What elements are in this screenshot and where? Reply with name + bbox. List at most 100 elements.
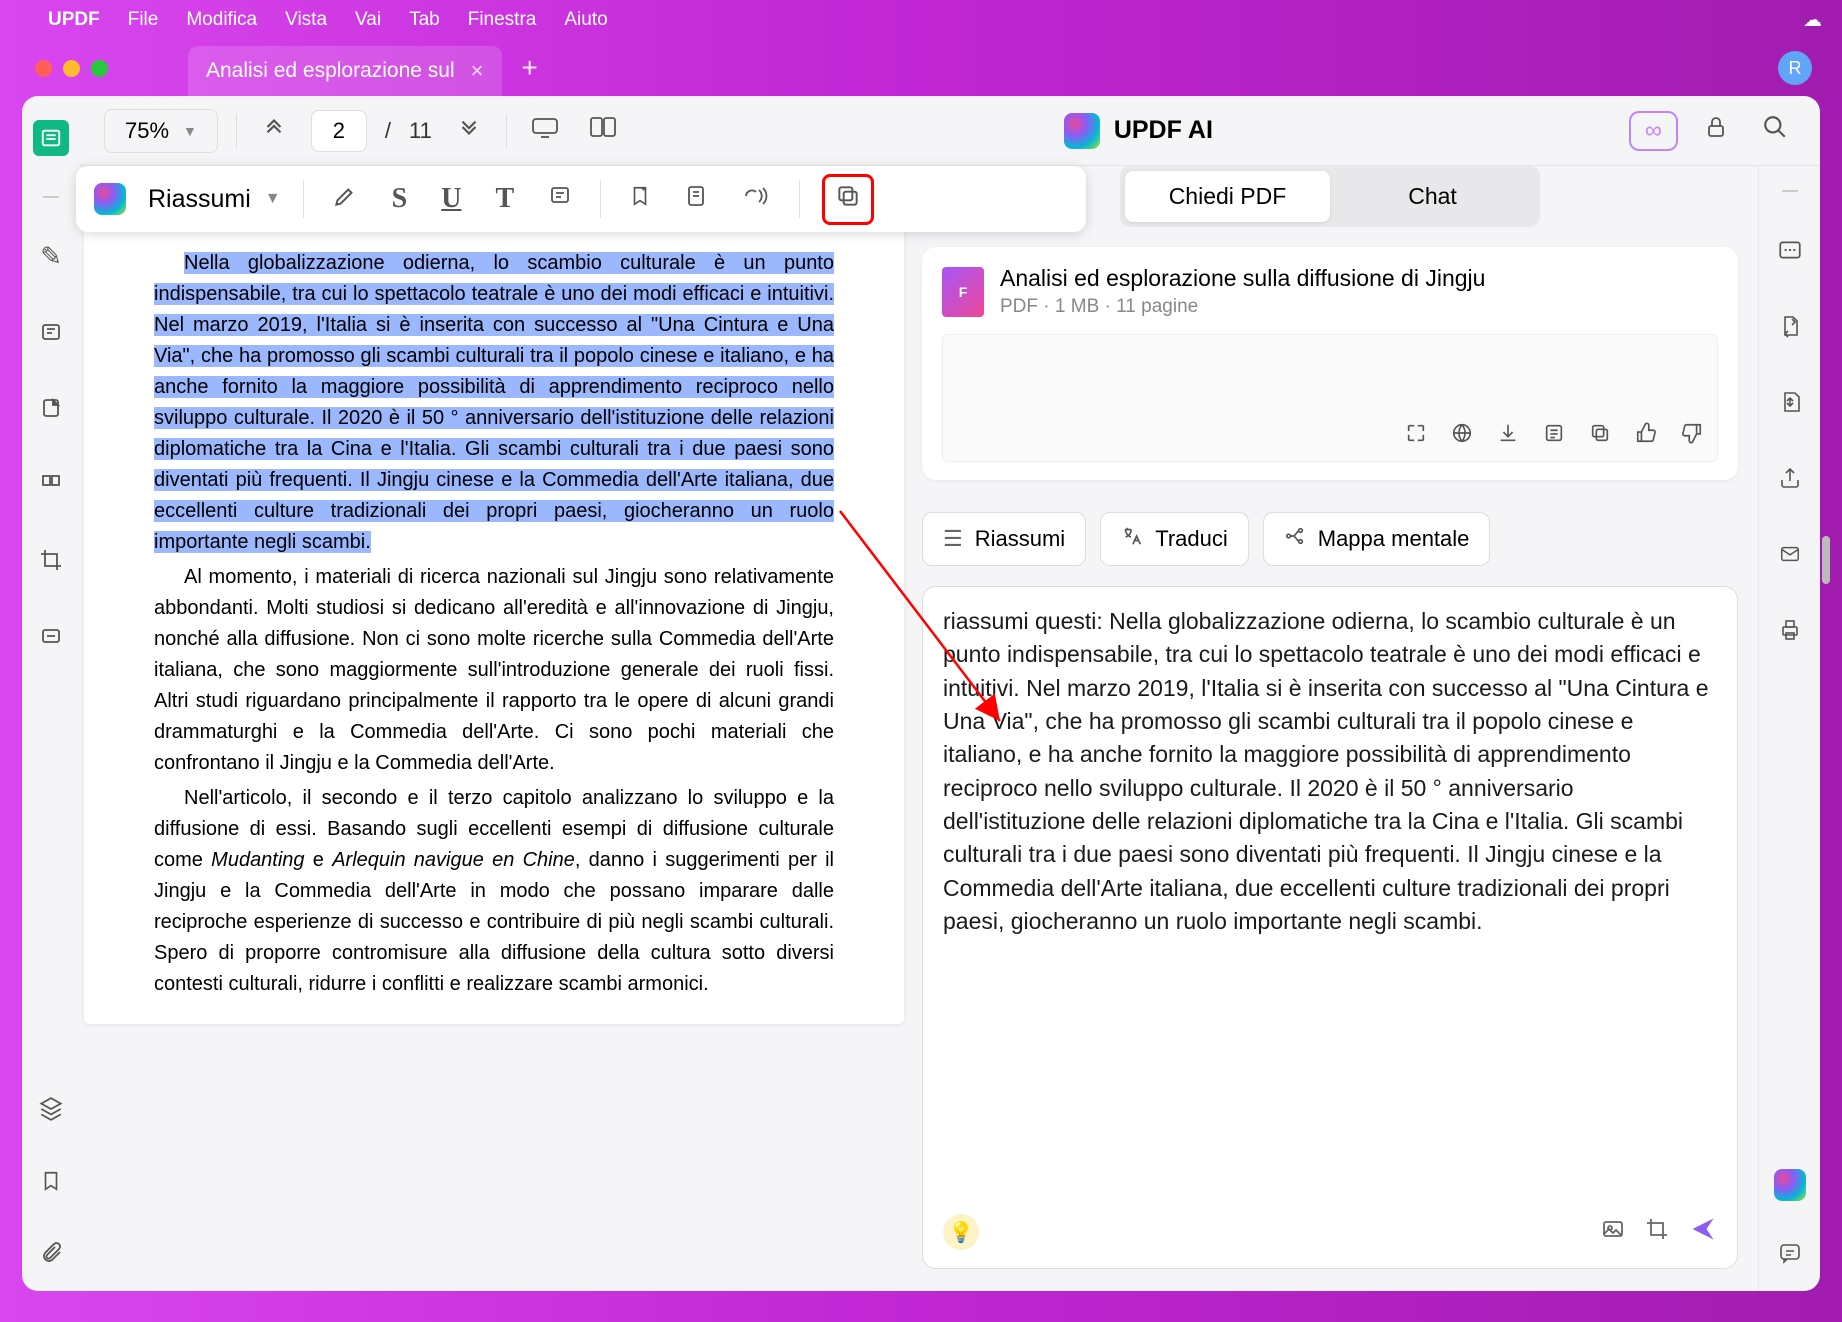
ai-input-text[interactable]: riassumi questi: Nella globalizzazione o…	[943, 605, 1717, 1202]
document-text[interactable]: Nella globalizzazione odierna, lo scambi…	[84, 176, 904, 1024]
maximize-window-button[interactable]	[91, 60, 108, 77]
toolbar-divider	[506, 114, 507, 148]
titlebar: Analisi ed esplorazione sul × + R	[0, 40, 1842, 96]
menu-finestra[interactable]: Finestra	[468, 9, 537, 31]
expand-icon[interactable]	[1405, 422, 1427, 451]
pill-summarize[interactable]: ☰ Riassumi	[922, 512, 1086, 566]
page-input[interactable]	[311, 110, 367, 152]
note-icon[interactable]	[542, 177, 578, 221]
share-icon[interactable]	[1772, 460, 1808, 496]
send-button-icon[interactable]	[1689, 1215, 1717, 1250]
page-tool-icon[interactable]	[33, 390, 69, 426]
ctx-divider	[799, 180, 800, 218]
close-window-button[interactable]	[35, 60, 52, 77]
app-window: ✎ 75%	[22, 96, 1820, 1291]
highlight-icon[interactable]	[326, 177, 364, 222]
next-page-icon[interactable]	[450, 108, 488, 153]
page-total: 11	[409, 118, 432, 144]
pill-mindmap[interactable]: Mappa mentale	[1263, 512, 1491, 566]
menu-file[interactable]: File	[128, 9, 159, 31]
underline-icon[interactable]: U	[435, 177, 467, 221]
selected-text: Nella globalizzazione odierna, lo scambi…	[154, 252, 834, 553]
copy-result-icon[interactable]	[1589, 422, 1611, 451]
rail-divider	[1782, 190, 1798, 192]
ai-tabs: Chiedi PDF Chat	[1120, 166, 1540, 227]
thumbs-up-icon[interactable]	[1635, 422, 1657, 451]
presentation-icon[interactable]	[525, 109, 565, 152]
comment-tool-icon[interactable]: ✎	[33, 238, 69, 274]
layers-icon[interactable]	[33, 1091, 69, 1127]
ctx-divider	[303, 180, 304, 218]
search-icon[interactable]	[1754, 114, 1796, 147]
print-icon[interactable]	[1772, 612, 1808, 648]
doc-paragraph: Al momento, i materiali di ricerca nazio…	[154, 562, 834, 779]
menu-modifica[interactable]: Modifica	[186, 9, 257, 31]
ai-document-card: F Analisi ed esplorazione sulla diffusio…	[922, 247, 1738, 480]
tab-ask-pdf[interactable]: Chiedi PDF	[1125, 171, 1330, 222]
prev-page-icon[interactable]	[255, 108, 293, 153]
menu-aiuto[interactable]: Aiuto	[564, 9, 607, 31]
crop-attach-icon[interactable]	[1645, 1217, 1669, 1248]
menu-tab[interactable]: Tab	[409, 9, 440, 31]
doc-preview	[942, 334, 1718, 462]
compress-icon[interactable]	[1772, 384, 1808, 420]
app-name[interactable]: UPDF	[48, 9, 100, 31]
main-area: 75% ▼ / 11 UPDF AI	[80, 96, 1820, 1291]
scrollbar-thumb[interactable]	[1822, 536, 1830, 584]
translate-icon	[1121, 525, 1143, 553]
speak-icon[interactable]	[737, 177, 777, 221]
ocr-icon[interactable]	[1772, 232, 1808, 268]
left-rail: ✎	[22, 96, 80, 1291]
tab-close-icon[interactable]: ×	[471, 58, 484, 84]
rail-divider	[43, 196, 59, 198]
ai-panel: Chiedi PDF Chat F Analisi ed esplorazion…	[918, 166, 1758, 1291]
minimize-window-button[interactable]	[63, 60, 80, 77]
suggestion-bulb-icon[interactable]: 💡	[943, 1214, 979, 1250]
ai-panel-title: UPDF AI	[1114, 116, 1213, 145]
strikethrough-icon[interactable]: S	[386, 177, 414, 221]
bookmark-icon[interactable]	[33, 1163, 69, 1199]
image-attach-icon[interactable]	[1601, 1217, 1625, 1248]
email-icon[interactable]	[1772, 536, 1808, 572]
convert-icon[interactable]	[1772, 308, 1808, 344]
document-viewer[interactable]: Nella globalizzazione odierna, lo scambi…	[84, 176, 904, 1024]
organize-pages-icon[interactable]	[33, 466, 69, 502]
attachment-icon[interactable]	[33, 1235, 69, 1271]
split-view-icon[interactable]	[583, 109, 623, 152]
pdf-file-icon: F	[942, 267, 984, 317]
document-tab[interactable]: Analisi ed esplorazione sul ×	[188, 46, 502, 96]
chevron-down-icon: ▼	[183, 123, 197, 139]
chat-icon[interactable]	[1772, 1235, 1808, 1271]
context-action-select[interactable]: Riassumi ▼	[148, 185, 281, 214]
menubar-cloud-icon[interactable]: ☁	[1803, 9, 1822, 32]
zoom-selector[interactable]: 75% ▼	[104, 109, 218, 153]
tab-chat[interactable]: Chat	[1330, 171, 1535, 222]
download-icon[interactable]	[1497, 422, 1519, 451]
user-avatar[interactable]: R	[1778, 51, 1812, 85]
tab-title: Analisi ed esplorazione sul	[206, 59, 455, 83]
ai-chat-input[interactable]: riassumi questi: Nella globalizzazione o…	[922, 586, 1738, 1269]
dictionary-icon[interactable]	[679, 177, 715, 221]
list-icon[interactable]	[1543, 422, 1565, 451]
new-tab-button[interactable]: +	[522, 52, 538, 84]
context-action-label: Riassumi	[148, 185, 251, 214]
pill-translate[interactable]: Traduci	[1100, 512, 1249, 566]
text-icon[interactable]: T	[489, 177, 520, 221]
lock-icon[interactable]	[1696, 114, 1736, 147]
infinity-badge[interactable]: ∞	[1629, 111, 1678, 151]
edit-tool-icon[interactable]	[33, 314, 69, 350]
right-rail	[1758, 166, 1820, 1291]
list-icon: ☰	[943, 526, 963, 552]
add-bookmark-icon[interactable]	[623, 177, 657, 222]
reader-mode-icon[interactable]	[33, 120, 69, 156]
chevron-down-icon: ▼	[265, 190, 281, 208]
updf-ai-icon[interactable]	[1774, 1169, 1806, 1201]
redact-tool-icon[interactable]	[33, 618, 69, 654]
ai-action-pills: ☰ Riassumi Traduci Mappa mentale	[922, 512, 1738, 566]
menu-vai[interactable]: Vai	[355, 9, 381, 31]
crop-tool-icon[interactable]	[33, 542, 69, 578]
thumbs-down-icon[interactable]	[1681, 422, 1703, 451]
copy-icon[interactable]	[822, 174, 874, 225]
globe-icon[interactable]	[1451, 422, 1473, 451]
menu-vista[interactable]: Vista	[285, 9, 327, 31]
